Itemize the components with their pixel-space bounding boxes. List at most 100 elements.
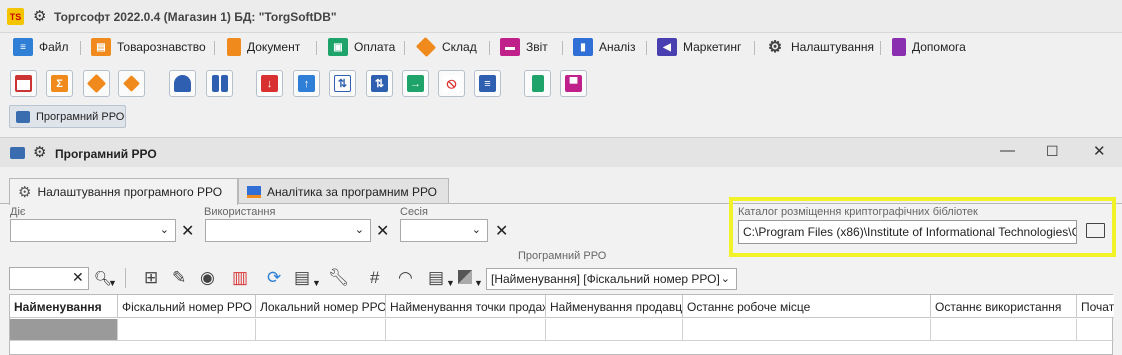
sum-icon: Σ [51,75,68,92]
table-cell[interactable] [386,319,546,341]
file-menu-icon: ≡ [13,38,33,56]
chevron-down-icon[interactable]: ▼ [108,273,117,293]
warehouse-icon [415,36,437,58]
exchange-button[interactable]: ⇅ [329,70,356,97]
document-icon [227,38,241,56]
download-button[interactable]: ↓ [256,70,283,97]
chevron-down-icon: ⌄ [471,224,481,236]
cancel-button[interactable]: ⦸ [438,70,465,97]
delete-trash-icon[interactable]: ▥ [232,268,248,288]
refresh-icon[interactable]: ⟳ [267,268,281,288]
search-input[interactable]: ✕ [9,267,89,290]
menu-payment-label: Оплата [354,40,396,54]
table-cell[interactable] [546,319,683,341]
usage-label: Використання [204,206,276,218]
user-button[interactable] [169,70,196,97]
tab-rro-settings[interactable]: ⚙ Налаштування програмного РРО [9,178,238,205]
receipt-icon [531,75,544,92]
upload-button[interactable]: ↑ [293,70,320,97]
move-button[interactable]: → [402,70,429,97]
table-cell[interactable] [118,319,256,341]
clear-usage-icon[interactable]: ✕ [376,221,389,241]
printer-icon: ▬ [500,38,520,56]
add-record-icon[interactable]: ⊞ [144,268,158,288]
column-header-point-of-sale[interactable]: Найменування точки продажу [386,295,546,318]
menu-analysis-label: Аналіз [599,40,636,54]
menu-file[interactable]: ≡ Файл [13,36,69,58]
view-eye-icon[interactable]: ◉ [200,268,215,288]
gear-icon[interactable]: ⚙ [33,9,46,24]
sum-button[interactable]: Σ [46,70,73,97]
menu-document[interactable]: Документ [227,36,300,58]
menu-report[interactable]: ▬ Звіт [500,36,548,58]
column-header-name[interactable]: Найменування [10,295,118,318]
menu-marketing-label: Маркетинг [683,40,742,54]
folder-icon[interactable] [1086,223,1105,238]
maximize-icon[interactable]: ☐ [1046,143,1059,160]
stock-chart-icon [123,75,140,92]
table-cell[interactable] [256,319,386,341]
menu-payment[interactable]: ▣ Оплата [328,36,395,58]
receipt-icon[interactable]: ▤ [428,268,444,288]
table-cell[interactable] [931,319,1077,341]
column-header-seller[interactable]: Найменування продавця [546,295,683,318]
chevron-down-icon[interactable]: ▼ [312,273,321,293]
crypto-catalog-path-field[interactable]: C:\Program Files (x86)\Institute of Info… [738,220,1077,244]
column-header-local-number[interactable]: Локальний номер РРО [256,295,386,318]
menu-help-label: Допомога [912,40,966,54]
menu-help[interactable]: Допомога [892,36,966,58]
column-selector-value: [Найменування] [Фіскальний номер РРО] [491,272,720,286]
chevron-down-icon[interactable]: ▼ [474,273,483,293]
edit-icon[interactable]: ✎ [172,268,186,288]
open-window-tab[interactable]: Програмний РРО [9,105,126,128]
column-header-fiscal-number[interactable]: Фіскальний номер РРО [118,295,256,318]
menu-report-label: Звіт [526,40,548,54]
calendar-button[interactable] [10,70,37,97]
rro-table: Найменування Фіскальний номер РРО Локаль… [9,294,1114,355]
transfer-button[interactable]: ⇅ [366,70,393,97]
tab-rro-analytics[interactable]: Аналітика за програмним РРО [238,178,449,204]
chevron-down-icon: ⌄ [720,273,730,285]
child-window-title: Програмний РРО [55,147,157,161]
action-combo[interactable]: ⌄ [10,219,176,242]
cash-register-button[interactable]: ▀ [560,70,587,97]
goods-icon: ▤ [91,38,111,56]
users-button[interactable] [206,70,233,97]
table-row-selector[interactable] [10,319,118,341]
chevron-down-icon[interactable]: ▼ [446,273,455,293]
column-selector[interactable]: [Найменування] [Фіскальний номер РРО] ⌄ [486,268,737,290]
stock-analysis-button[interactable] [118,70,145,97]
menu-warehouse[interactable]: Склад [415,36,477,58]
gear-icon[interactable]: ⚙ [33,145,46,160]
stock-button[interactable] [83,70,110,97]
minimize-icon[interactable]: — [1000,142,1015,159]
close-icon[interactable]: ✕ [1093,142,1106,160]
usage-combo[interactable]: ⌄ [205,219,371,242]
clipboard-icon[interactable]: ▤ [294,268,310,288]
color-scheme-icon[interactable] [458,270,472,284]
hash-icon[interactable]: # [370,268,379,288]
user-icon [174,75,191,92]
menu-analysis[interactable]: ▮ Аналіз [573,36,635,58]
menu-goods[interactable]: ▤ Товарознавство [91,36,206,58]
menu-settings[interactable]: ⚙ Налаштування [765,36,874,58]
clear-search-icon[interactable]: ✕ [72,269,84,286]
payment-icon: ▣ [328,38,348,56]
clear-action-icon[interactable]: ✕ [181,221,194,241]
menu-marketing[interactable]: ◀ Маркетинг [657,36,741,58]
column-header-start[interactable]: Почат [1077,295,1114,318]
receipt-button[interactable] [524,70,551,97]
session-combo[interactable]: ⌄ [400,219,488,242]
calendar-icon [15,75,32,92]
cash-register-icon: ▀ [565,75,582,92]
wifi-icon[interactable]: ◠ [398,268,413,288]
table-cell[interactable] [683,319,931,341]
megaphone-icon: ◀ [657,38,677,56]
title-bar: TS ⚙ Торгсофт 2022.0.4 (Магазин 1) БД: "… [0,0,1122,33]
column-header-last-workstation[interactable]: Останнє робоче місце [683,295,931,318]
wrench-icon[interactable]: 🔧︎ [328,268,350,288]
clear-session-icon[interactable]: ✕ [495,221,508,241]
column-header-last-usage[interactable]: Останнє використання [931,295,1077,318]
register-button[interactable]: ≡ [474,70,501,97]
table-cell[interactable] [1077,319,1114,341]
